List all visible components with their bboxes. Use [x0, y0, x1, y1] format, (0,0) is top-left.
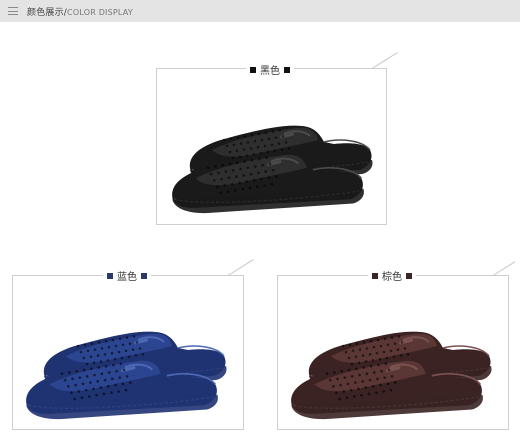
- swatch-right: [284, 66, 290, 73]
- swatch-left: [107, 272, 113, 279]
- shoe-image-blue: [20, 310, 235, 420]
- color-name: 蓝色: [117, 272, 137, 283]
- shoe-image-brown: [285, 310, 500, 420]
- menu-icon[interactable]: [8, 7, 18, 15]
- swatch-left: [250, 66, 256, 73]
- shoe-image-black: [166, 104, 381, 214]
- shoe-illustration: [26, 331, 227, 420]
- shoe-illustration: [291, 331, 492, 420]
- swatch-right: [141, 272, 147, 279]
- color-label-blue: 蓝色: [103, 268, 151, 283]
- decor-line: [371, 52, 398, 69]
- section-title: 颜色展示/COLOR DISPLAY: [27, 5, 133, 18]
- shoe-illustration: [172, 125, 373, 214]
- section-title-cn: 颜色展示/: [27, 7, 68, 18]
- section-title-en: COLOR DISPLAY: [67, 7, 133, 17]
- header-bar: 颜色展示/COLOR DISPLAY: [0, 0, 520, 22]
- swatch-left: [372, 272, 378, 279]
- color-label-black: 黑色: [246, 62, 294, 77]
- color-label-brown: 棕色: [368, 268, 416, 283]
- decor-line: [492, 261, 516, 276]
- decor-line: [227, 259, 254, 276]
- color-name: 黑色: [260, 66, 280, 77]
- swatch-right: [406, 272, 412, 279]
- color-name: 棕色: [382, 272, 402, 283]
